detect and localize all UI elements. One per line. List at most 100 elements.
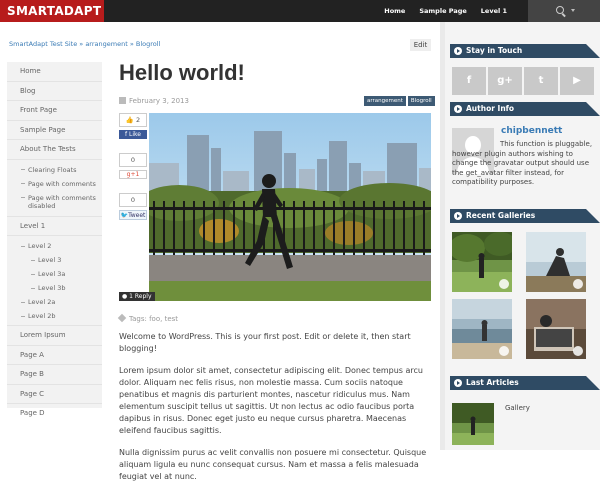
leftnav-label: Level 2a [28, 298, 56, 306]
nav-home[interactable]: Home [377, 0, 412, 22]
thumbs-up-icon: 👍 [125, 116, 134, 124]
leftnav-level-3a[interactable]: Level 3a [7, 267, 102, 281]
facebook-icon[interactable]: f [452, 67, 486, 95]
tag-test[interactable]: test [165, 315, 178, 323]
youtube-icon[interactable]: ▶ [560, 67, 594, 95]
last-article-image [452, 403, 494, 445]
edit-button[interactable]: Edit [410, 39, 431, 51]
like-count-box[interactable]: 👍 2 [119, 113, 147, 127]
gallery-thumbnail[interactable] [526, 232, 586, 292]
gplus-button[interactable]: g+1 [119, 170, 147, 179]
gallery-thumbnail[interactable] [526, 299, 586, 359]
bullet-icon [21, 197, 25, 198]
tag-icon [117, 313, 127, 323]
nav-level-1[interactable]: Level 1 [474, 0, 514, 22]
arrow-circle-icon [454, 47, 462, 55]
leftnav-level-2b[interactable]: Level 2b [7, 309, 102, 323]
site-logo[interactable]: SMARTADAPT [0, 0, 104, 22]
top-navigation: Home Sample Page Level 1 [377, 0, 514, 22]
leftnav-lorem-ipsum[interactable]: Lorem Ipsum [7, 326, 102, 346]
category-badge-arrangement[interactable]: arrangement [364, 96, 406, 106]
leftnav-about-submenu: Clearing Floats Page with comments Page … [7, 160, 102, 217]
leftnav-level-1[interactable]: Level 1 [7, 217, 102, 236]
search-toggle[interactable] [528, 0, 600, 22]
tags-label: Tags: [129, 315, 147, 323]
gallery-thumbnail[interactable] [452, 299, 512, 359]
left-navigation: Home Blog Front Page Sample Page About T… [7, 62, 102, 417]
leftnav-page-c[interactable]: Page C [7, 385, 102, 404]
leftnav-page-b[interactable]: Page B [7, 365, 102, 385]
leftnav-page-d[interactable]: Page D [7, 404, 102, 424]
leftnav-front-page[interactable]: Front Page [7, 101, 102, 121]
leftnav-blog[interactable]: Blog [7, 82, 102, 101]
bullet-icon [21, 245, 25, 247]
leftnav-sample-page[interactable]: Sample Page [7, 121, 102, 140]
nav-sample-page[interactable]: Sample Page [412, 0, 473, 22]
zoom-icon [499, 346, 509, 356]
leftnav-level-2[interactable]: Level 2 [7, 239, 102, 253]
leftnav-label: Level 3b [38, 284, 66, 292]
leftnav-home[interactable]: Home [7, 62, 102, 82]
widget-title-last-articles: Last Articles [450, 376, 600, 390]
post-title[interactable]: Hello world! [119, 60, 245, 86]
featured-image[interactable] [149, 113, 431, 301]
social-links: f g+ t ▶ [452, 67, 594, 95]
leftnav-about-tests[interactable]: About The Tests [7, 140, 102, 160]
widget-tail [586, 102, 600, 116]
breadcrumb-site[interactable]: SmartAdapt Test Site [9, 40, 77, 48]
last-article-title[interactable]: Gallery [505, 404, 530, 412]
tag-foo[interactable]: foo [149, 315, 160, 323]
leftnav-level-3b[interactable]: Level 3b [7, 281, 102, 295]
widget-tail [586, 44, 600, 58]
zoom-icon [573, 346, 583, 356]
gallery-thumbnail[interactable] [452, 232, 512, 292]
leftnav-level-3[interactable]: Level 3 [7, 253, 102, 267]
reply-label: 1 Reply [129, 293, 152, 300]
leftnav-level1-submenu: Level 2 Level 3 Level 3a Level 3b Level … [7, 236, 102, 326]
facebook-like-label: Like [129, 131, 141, 138]
facebook-like-button[interactable]: f Like [119, 130, 147, 139]
bullet-icon [31, 287, 35, 289]
share-column: 👍 2 f Like 0 g+1 0 🐦Tweet [119, 113, 147, 220]
tweet-label: Tweet [128, 212, 146, 219]
author-name[interactable]: chipbennett [501, 126, 562, 136]
widget-title-text: Stay in Touch [466, 46, 523, 55]
category-badge-blogroll[interactable]: Blogroll [407, 96, 435, 106]
post-content: Welcome to WordPress. This is your first… [119, 331, 433, 493]
breadcrumb-category-blogroll[interactable]: Blogroll [136, 40, 161, 48]
calendar-icon [119, 97, 126, 104]
bullet-icon [21, 301, 25, 303]
google-plus-icon[interactable]: g+ [488, 67, 522, 95]
chevron-down-icon [571, 9, 575, 12]
leftnav-page-with-comments[interactable]: Page with comments [7, 177, 102, 191]
bullet-icon [31, 259, 35, 261]
breadcrumb: SmartAdapt Test Site » arrangement » Blo… [9, 40, 160, 48]
twitter-icon[interactable]: t [524, 67, 558, 95]
tweet-button[interactable]: 🐦Tweet [119, 210, 147, 220]
post-paragraph: Lorem ipsum dolor sit amet, consectetur … [119, 366, 423, 435]
reply-button[interactable]: ● 1 Reply [119, 292, 155, 301]
top-bar: SMARTADAPT Home Sample Page Level 1 [0, 0, 600, 22]
breadcrumb-category-arrangement[interactable]: arrangement [85, 40, 127, 48]
last-article-thumbnail[interactable] [452, 403, 494, 445]
bullet-icon [31, 273, 35, 275]
leftnav-page-comments-disabled[interactable]: Page with comments disabled [7, 191, 102, 213]
widget-title-stay-in-touch: Stay in Touch [450, 44, 600, 58]
bullet-icon [21, 169, 25, 170]
leftnav-label: Level 3 [38, 256, 62, 264]
arrow-circle-icon [454, 212, 462, 220]
like-count: 2 [136, 116, 141, 124]
widget-title-author-info: Author Info [450, 102, 600, 116]
leftnav-page-a[interactable]: Page A [7, 346, 102, 365]
zoom-icon [499, 279, 509, 289]
twitter-icon: 🐦 [120, 212, 129, 219]
post-date-text: February 3, 2013 [129, 97, 189, 105]
gplus-count: 0 [119, 153, 147, 167]
arrow-circle-icon [454, 379, 462, 387]
gplus-label: +1 [130, 171, 140, 178]
widget-tail [586, 209, 600, 223]
leftnav-clearing-floats[interactable]: Clearing Floats [7, 163, 102, 177]
leftnav-label: Clearing Floats [28, 165, 77, 174]
leftnav-level-2a[interactable]: Level 2a [7, 295, 102, 309]
search-icon [556, 6, 564, 14]
